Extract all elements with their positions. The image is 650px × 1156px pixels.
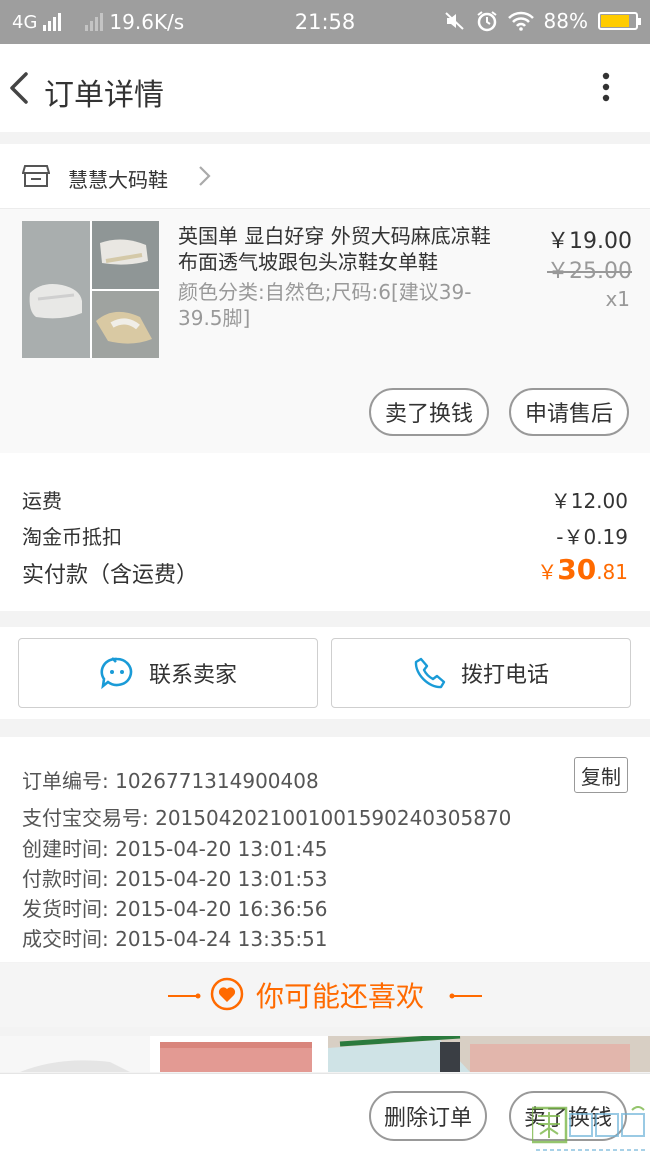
delete-order-button[interactable]: 删除订单 (369, 1091, 487, 1141)
product-spec: 颜色分类:自然色;尺码:6[建议39-39.5脚] (178, 280, 472, 330)
more-vertical-icon[interactable] (596, 70, 616, 110)
total-value: ￥30.81 (537, 553, 628, 586)
shipped-time: 发货时间: 2015-04-20 16:36:56 (22, 897, 328, 921)
copy-button[interactable]: 复制 (574, 757, 628, 793)
product-item[interactable]: 英国单 显白好穿 外贸大码麻底凉鞋 布面透气坡跟包头凉鞋女单鞋 颜色分类:自然色… (0, 209, 650, 453)
coin-label: 淘金币抵扣 (22, 525, 122, 549)
fee-summary: 运费 ￥12.00 淘金币抵扣 -￥0.19 实付款（含运费） ￥30.81 (0, 453, 650, 611)
total-row: 实付款（含运费） ￥30.81 (22, 553, 628, 589)
total-decimal: .81 (596, 560, 628, 584)
after-sale-button[interactable]: 申请售后 (509, 388, 629, 436)
shop-row[interactable]: 慧慧大码鞋 (0, 144, 650, 209)
battery-fill (601, 15, 629, 27)
status-bar: 4G 19.6K/s 21:58 88% (0, 0, 650, 44)
heart-icon (210, 977, 244, 1011)
total-currency: ￥ (537, 560, 558, 584)
total-label: 实付款（含运费） (22, 563, 199, 588)
contact-seller-label: 联系卖家 (148, 663, 237, 688)
coin-row: 淘金币抵扣 -￥0.19 (22, 521, 628, 550)
contact-actions: 联系卖家 拨打电话 (0, 627, 650, 719)
shipping-row: 运费 ￥12.00 (22, 485, 628, 514)
store-icon (22, 165, 50, 187)
status-right: 88% (444, 9, 641, 33)
watermark-logo (532, 1106, 646, 1151)
shipping-value: ￥12.00 (550, 489, 628, 513)
contact-seller-button[interactable]: 联系卖家 (18, 638, 318, 708)
coin-value: -￥0.19 (556, 525, 628, 549)
shop-name: 慧慧大码鞋 (68, 168, 168, 192)
call-phone-label: 拨打电话 (460, 663, 549, 688)
alarm-icon (476, 11, 497, 32)
product-price: ￥19.00 (547, 229, 632, 254)
recommend-strip[interactable] (0, 1036, 650, 1072)
chevron-right-icon (199, 166, 211, 186)
product-thumbnail[interactable] (22, 221, 159, 358)
left-ornament (168, 993, 201, 999)
shipping-label: 运费 (22, 489, 62, 513)
call-phone-button[interactable]: 拨打电话 (331, 638, 631, 708)
nav-bar: 订单详情 (0, 44, 650, 132)
order-info: 订单编号: 1026771314900408 复制 支付宝交易号: 201504… (0, 737, 650, 962)
wifi-icon (507, 11, 534, 31)
phone-icon (414, 657, 446, 689)
product-original-price: ￥25.00 (547, 259, 632, 284)
product-quantity: x1 (605, 287, 630, 311)
right-ornament (449, 993, 482, 999)
created-time: 创建时间: 2015-04-20 13:01:45 (22, 837, 328, 861)
order-number: 订单编号: 1026771314900408 (22, 769, 319, 793)
recommend-title: 你可能还喜欢 (256, 980, 425, 1013)
paid-time: 付款时间: 2015-04-20 13:01:53 (22, 867, 328, 891)
recommend-header: 你可能还喜欢 (0, 963, 650, 1027)
battery-percent: 88% (543, 9, 588, 33)
product-title[interactable]: 英国单 显白好穿 外贸大码麻底凉鞋 布面透气坡跟包头凉鞋女单鞋 (178, 223, 508, 275)
recommend-images (0, 1036, 650, 1072)
total-integer: 30 (557, 553, 597, 586)
chevron-left-icon[interactable] (4, 68, 38, 108)
chat-bubble-icon (100, 657, 133, 690)
alipay-number: 支付宝交易号: 2015042021001001590240305870 (22, 806, 512, 830)
battery-icon (598, 12, 641, 30)
completed-time: 成交时间: 2015-04-24 13:35:51 (22, 927, 328, 951)
sell-button[interactable]: 卖了换钱 (369, 388, 489, 436)
page-title: 订单详情 (44, 78, 164, 113)
mute-icon (444, 12, 464, 30)
product-image (22, 221, 159, 358)
